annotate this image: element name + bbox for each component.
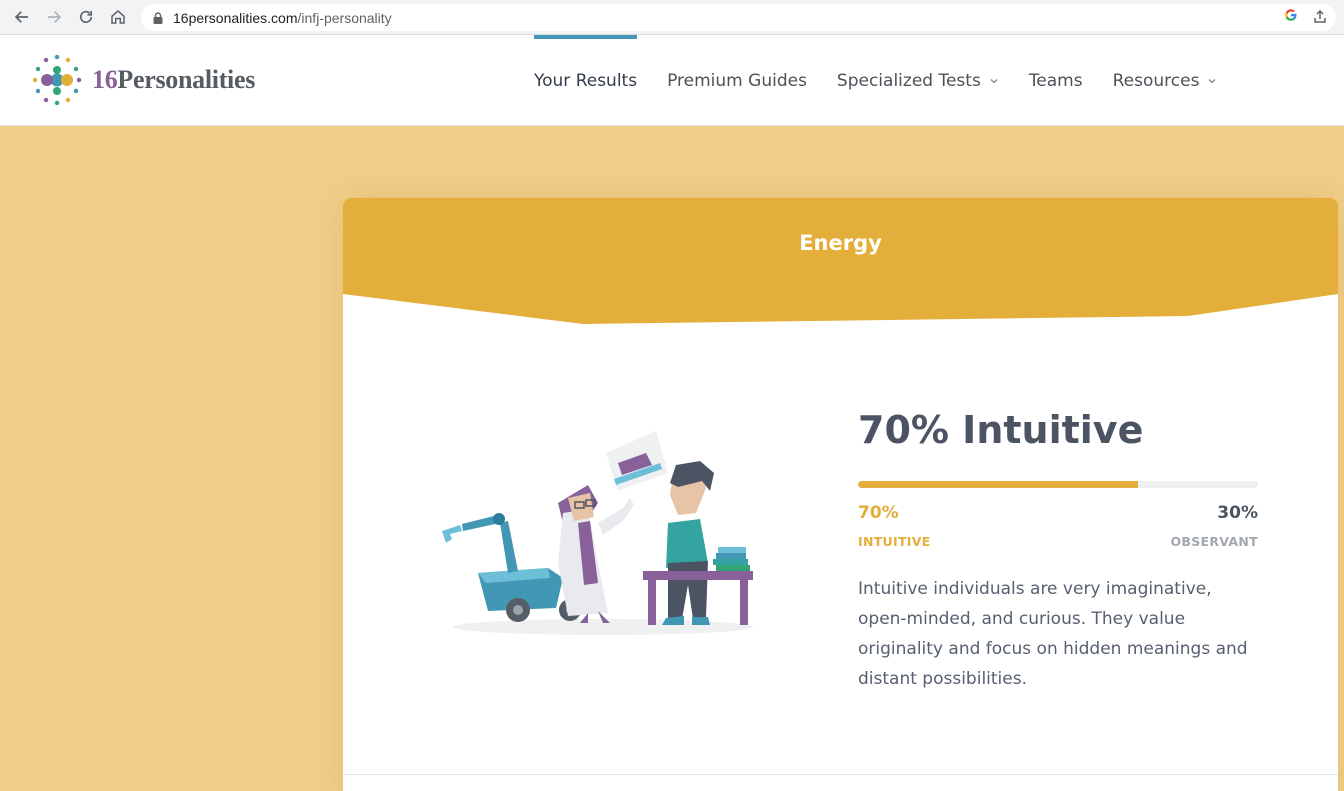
nav-premium-guides[interactable]: Premium Guides [667,35,807,126]
site-header: 16Personalities Your Results Premium Gui… [0,35,1344,126]
back-arrow-icon [14,11,28,23]
nav-your-results[interactable]: Your Results [534,35,638,126]
home-icon [111,10,125,24]
primary-percent: 70% [858,503,899,523]
url-path: /infj-personality [297,9,392,26]
browser-toolbar: 16personalities.com/infj-personality [0,0,1344,35]
nav-label: Premium Guides [667,70,807,91]
lock-icon [153,11,163,24]
logo-word: Personalities [117,65,256,94]
nav-label: Your Results [534,70,638,91]
forward-arrow-icon [48,11,62,23]
home-button[interactable] [102,1,134,33]
chevron-down-icon [990,78,998,84]
section-divider [343,774,1338,775]
nav-specialized-tests[interactable]: Specialized Tests [837,35,999,126]
primary-trait-label: INTUITIVE [858,534,931,549]
nav-resources[interactable]: Resources [1113,35,1218,126]
share-icon[interactable] [1312,9,1328,25]
site-logo[interactable]: 16Personalities [30,53,255,107]
reload-button[interactable] [70,1,102,33]
address-bar[interactable]: 16personalities.com/infj-personality [141,4,1336,31]
logo-number: 16 [92,65,118,94]
nav-teams[interactable]: Teams [1029,35,1083,126]
trait-description: Intuitive individuals are very imaginati… [858,579,1248,689]
header-banner-shape [343,198,1338,324]
url-text: 16personalities.com/infj-personality [173,10,392,26]
scientists-illustration [442,431,753,635]
nav-label: Specialized Tests [836,70,981,91]
url-domain: 16personalities.com [173,9,298,26]
logo-mark-icon [32,54,82,106]
result-title: 70% Intuitive [858,408,1144,452]
section-title: Energy [799,231,882,255]
nav-label: Teams [1028,70,1083,91]
secondary-percent: 30% [1217,503,1258,523]
back-button[interactable] [6,1,38,33]
trait-card: Energy 70% Intuitive 70% 30% INTUITIVE O… [343,198,1338,791]
nav-label: Resources [1112,70,1200,91]
trait-card-header: Energy [343,198,1338,328]
logo-wordmark: 16Personalities [92,65,255,95]
forward-button[interactable] [38,1,70,33]
google-icon[interactable] [1284,8,1298,25]
address-bar-actions [1284,8,1328,25]
trait-progress-bar [858,481,1258,488]
trait-progress-fill [858,481,1138,488]
reload-icon [79,10,93,23]
main-nav: Your Results Premium Guides Specialized … [534,35,1247,126]
secondary-trait-label: OBSERVANT [1170,534,1258,549]
chevron-down-icon [1208,78,1216,84]
